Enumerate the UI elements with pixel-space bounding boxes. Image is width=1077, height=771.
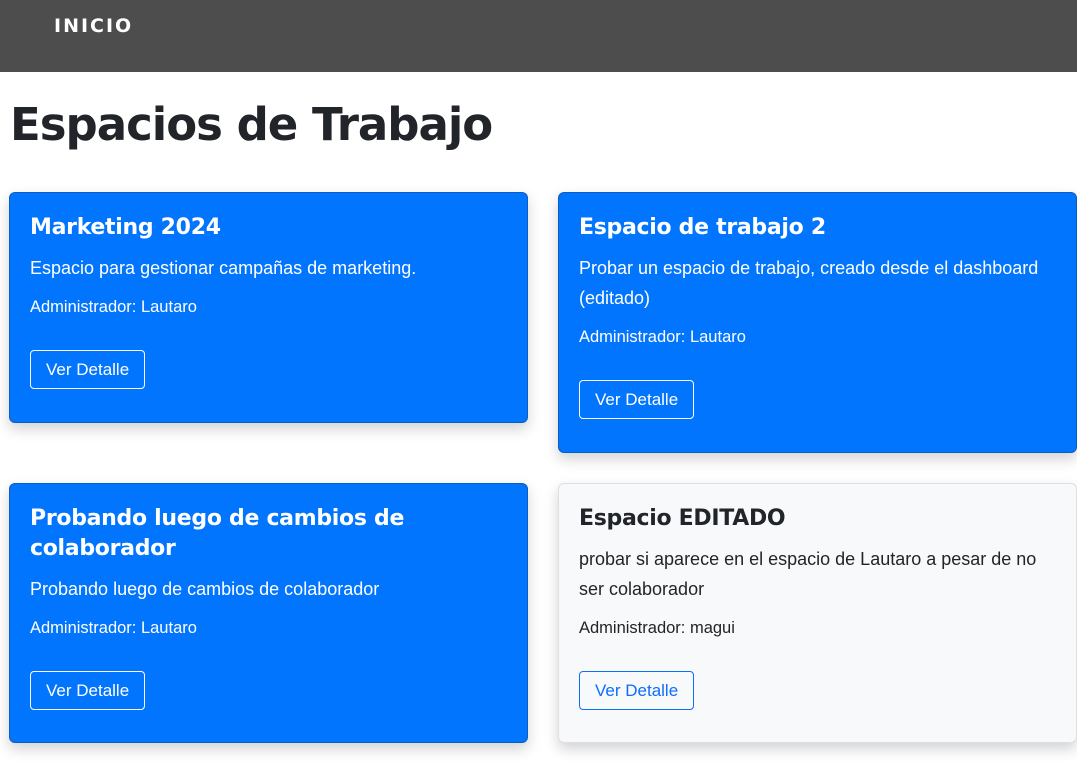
workspace-card-title: Marketing 2024 [30, 215, 221, 240]
workspace-card-admin: Administrador: Lautaro [30, 619, 197, 637]
top-navbar: INICIO [0, 0, 1077, 72]
workspace-card-description: Espacio para gestionar campañas de marke… [30, 258, 417, 278]
workspace-card-description: probar si aparece en el espacio de Lauta… [579, 549, 1037, 599]
workspace-card: Espacio EDITADO probar si aparece en el … [558, 483, 1077, 743]
workspace-card: Marketing 2024 Espacio para gestionar ca… [9, 192, 528, 423]
view-detail-button[interactable]: Ver Detalle [579, 671, 695, 710]
view-detail-button[interactable]: Ver Detalle [30, 350, 146, 389]
workspace-card: Espacio de trabajo 2 Probar un espacio d… [558, 192, 1077, 453]
nav-home-link[interactable]: INICIO [54, 15, 133, 37]
workspace-card-title: Espacio EDITADO [579, 506, 786, 531]
view-detail-button[interactable]: Ver Detalle [579, 380, 695, 419]
workspace-card-admin: Administrador: magui [579, 619, 735, 637]
workspace-card: Probando luego de cambios de colaborador… [9, 483, 528, 743]
workspace-card-description: Probando luego de cambios de colaborador [30, 579, 380, 599]
workspace-card-admin: Administrador: Lautaro [30, 298, 197, 316]
workspace-card-admin: Administrador: Lautaro [579, 328, 746, 346]
page-title: Espacios de Trabajo [10, 98, 493, 151]
workspace-card-title: Espacio de trabajo 2 [579, 215, 826, 240]
view-detail-button[interactable]: Ver Detalle [30, 671, 146, 710]
workspace-card-title: Probando luego de cambios de colaborador [30, 506, 405, 561]
workspace-card-description: Probar un espacio de trabajo, creado des… [579, 258, 1039, 308]
